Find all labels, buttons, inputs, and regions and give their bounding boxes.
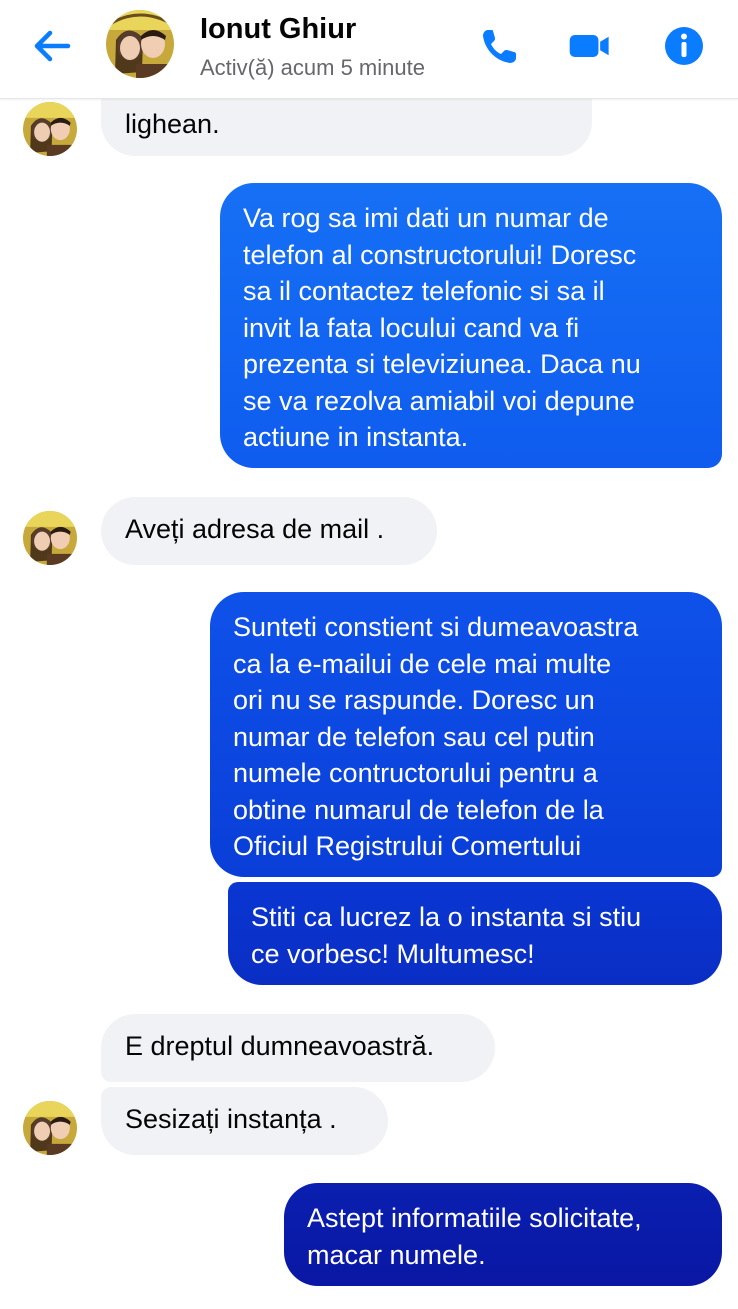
message-text: Sunteti constient si dumeavoastra	[233, 612, 639, 642]
outgoing-message[interactable]: Sunteti constient si dumeavoastra ca la …	[210, 592, 722, 877]
message-text: se va rezolva amiabil voi depune	[243, 385, 635, 416]
message-text: sa il contactez telefonic si sa il	[243, 276, 605, 306]
message-text: ca la e-mailui de cele mai multe	[233, 648, 612, 679]
message-text: E dreptul dumneavoastră.	[125, 1031, 435, 1061]
message-text: macar numele.	[307, 1239, 486, 1270]
contact-name[interactable]: Ionut Ghiur	[200, 13, 356, 46]
message-text: numele contructorului pentru a	[233, 758, 598, 788]
message-text: actiune in instanta.	[243, 422, 469, 452]
message-text: Aveți adresa de mail .	[125, 514, 385, 544]
message-text: numar de telefon sau cel putin	[233, 721, 595, 752]
message-text: Sesizați instanța .	[125, 1104, 337, 1134]
message-text: Astept informatiile solicitate,	[307, 1203, 642, 1233]
message-text: prezenta si televiziunea. Daca nu	[243, 349, 641, 379]
message-text: invit la fata locului cand va fi	[243, 312, 580, 343]
incoming-message[interactable]: Sesizați instanța .	[101, 1087, 388, 1155]
message-text: telefon al constructorului! Doresc	[243, 239, 637, 270]
avatar[interactable]	[23, 1101, 77, 1155]
activity-status: Activ(ă) acum 5 minute	[200, 55, 425, 80]
avatar[interactable]	[106, 10, 174, 78]
incoming-message[interactable]: Aveți adresa de mail .	[101, 497, 437, 565]
message-text: obtine numarul de telefon de la	[233, 794, 604, 825]
info-icon[interactable]	[662, 24, 706, 68]
video-camera-icon[interactable]	[568, 24, 612, 68]
message-text: lighean.	[125, 109, 220, 139]
avatar[interactable]	[23, 511, 77, 565]
outgoing-message[interactable]: Va rog sa imi dati un numar de telefon a…	[220, 183, 722, 468]
phone-icon[interactable]	[478, 24, 522, 68]
message-text: Va rog sa imi dati un numar de	[243, 203, 609, 233]
outgoing-message[interactable]: Stiti ca lucrez la o instanta si stiu ce…	[228, 882, 722, 985]
incoming-message[interactable]: E dreptul dumneavoastră.	[101, 1014, 495, 1082]
arrow-left-icon[interactable]	[28, 26, 76, 66]
outgoing-message[interactable]: Astept informatiile solicitate, macar nu…	[284, 1183, 722, 1286]
message-text: Oficiul Registrului Comertului	[233, 831, 582, 861]
avatar[interactable]	[23, 102, 77, 156]
message-text: ce vorbesc! Multumesc!	[251, 938, 535, 969]
chat-header: Ionut Ghiur Activ(ă) acum 5 minute	[0, 0, 738, 99]
message-text: Stiti ca lucrez la o instanta si stiu	[251, 902, 642, 932]
message-text: ori nu se raspunde. Doresc un	[233, 685, 595, 715]
